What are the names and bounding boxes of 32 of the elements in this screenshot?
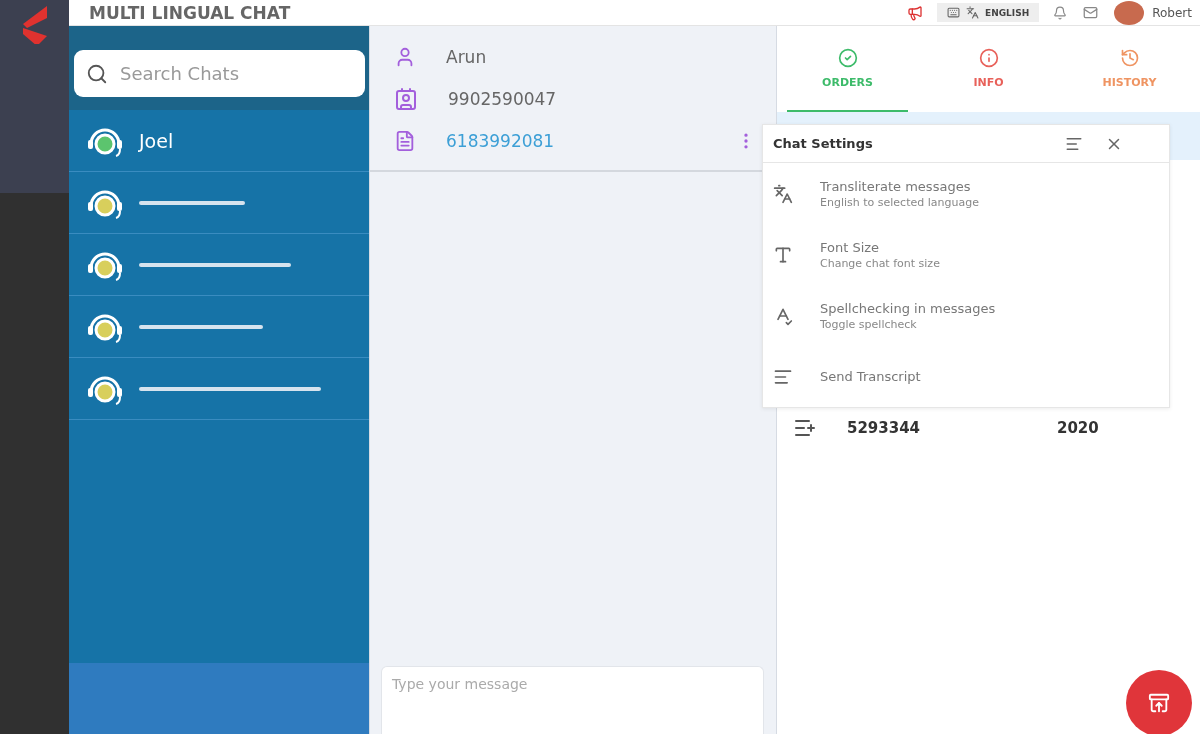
contact-phone: 9902590047 [448,89,558,109]
search-icon [86,62,108,85]
archive-fab-button[interactable] [1126,670,1192,734]
chat-list-item[interactable]: Joel [69,110,369,172]
order-year: 2020 [1057,419,1099,437]
contact-card-icon [394,87,418,111]
app-title: MULTI LINGUAL CHAT [89,2,292,23]
megaphone-icon[interactable] [907,4,924,21]
popup-title: Chat Settings [773,136,874,151]
search-bar[interactable]: Search Chats [74,50,365,97]
tab[interactable]: INFO [928,26,1049,112]
message-input[interactable]: Type your message [381,666,764,734]
translate-icon [773,183,793,204]
settings-menu-item[interactable]: Spellchecking in messages Toggle spellcheck [763,285,1169,346]
ticket-link[interactable]: 6183992081 [446,131,706,151]
contact-name: Arun [446,47,488,67]
order-number: 5293344 [847,419,922,437]
settings-menu-item[interactable]: Send Transcript [763,346,1169,407]
keyboard-icon [947,6,961,19]
info-icon [978,47,999,68]
history-icon [1119,47,1140,68]
language-selector[interactable]: ENGLISH [937,3,1040,22]
check-circle-icon [837,47,858,68]
bell-icon[interactable] [1053,5,1068,20]
settings-menu-item[interactable]: Transliterate messages English to selected language [763,163,1169,224]
settings-menu-item[interactable]: Font Size Change chat font size [763,224,1169,285]
user-avatar[interactable] [1114,0,1145,25]
archive-icon [1148,692,1170,714]
translate-icon [966,6,980,19]
mail-icon[interactable] [1083,5,1099,20]
user-name: Robert [1152,5,1192,20]
document-icon [394,130,416,152]
